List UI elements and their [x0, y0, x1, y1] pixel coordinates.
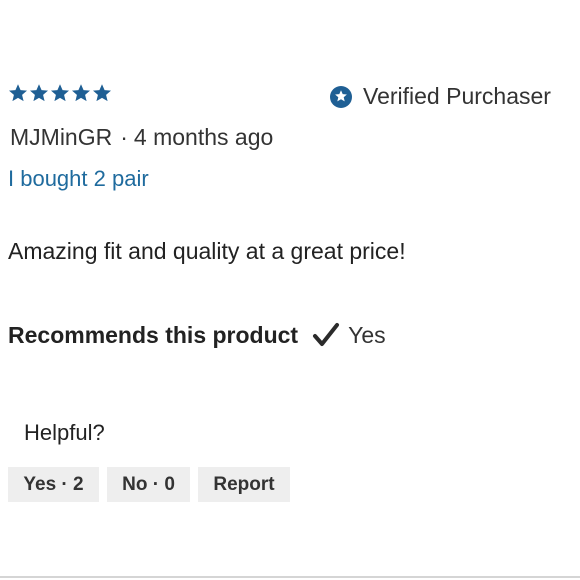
star-icon: [92, 83, 112, 103]
report-button[interactable]: Report: [198, 467, 290, 502]
divider: [0, 576, 580, 578]
helpful-yes-button[interactable]: Yes · 2: [8, 467, 99, 502]
star-icon: [29, 83, 49, 103]
separator-dot: ·: [120, 124, 128, 150]
verified-label: Verified Purchaser: [363, 83, 551, 109]
recommend-value: Yes: [348, 321, 386, 348]
star-icon: [50, 83, 70, 103]
reviewer-info: MJMinGR · 4 months ago: [10, 124, 273, 151]
recommend-label: Recommends this product: [8, 321, 299, 348]
helpful-no-button[interactable]: No · 0: [107, 467, 190, 502]
review-date: 4 months ago: [133, 124, 274, 150]
star-icon: [8, 83, 28, 103]
review-body: Amazing fit and quality at a great price…: [8, 238, 406, 264]
star-rating: [8, 83, 112, 103]
review-title: I bought 2 pair: [8, 166, 149, 191]
verified-purchaser: Verified Purchaser: [329, 83, 551, 110]
checkmark-icon: [312, 321, 340, 349]
verified-badge-icon: [329, 85, 353, 109]
helpful-label: Helpful?: [24, 420, 105, 445]
recommendation: Recommends this product Yes: [8, 321, 386, 349]
reviewer-name: MJMinGR: [10, 124, 113, 150]
star-icon: [71, 83, 91, 103]
